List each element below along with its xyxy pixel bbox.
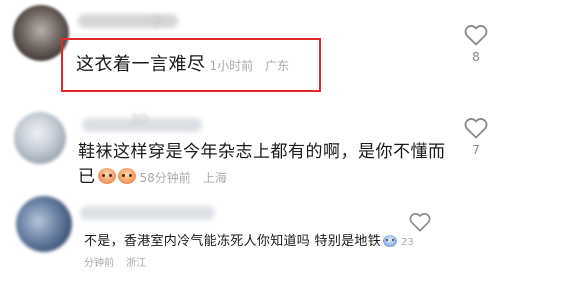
heart-outline-icon[interactable] bbox=[464, 24, 488, 46]
like-button[interactable]: 8 bbox=[456, 24, 496, 64]
cold-face-emoji-icon bbox=[383, 235, 398, 247]
like-button[interactable] bbox=[400, 212, 440, 232]
heart-outline-icon[interactable] bbox=[409, 212, 431, 232]
username-visible-fragment: 3D bbox=[130, 113, 149, 128]
username-visible-fragment: 子 bbox=[150, 16, 164, 31]
comment-text: 不是，香港室内冷气能冻死人你知道吗 特别是地铁 23分钟前 浙江 bbox=[84, 232, 414, 274]
like-button[interactable]: 7 bbox=[456, 117, 496, 157]
comment-location: 浙江 bbox=[126, 258, 146, 269]
like-count: 8 bbox=[472, 50, 480, 64]
highlight-box bbox=[61, 38, 321, 92]
comment-time: 58分钟前 bbox=[139, 171, 191, 185]
blushing-face-emoji-icon bbox=[117, 168, 136, 184]
blushing-face-emoji-icon bbox=[97, 168, 116, 184]
like-count: 7 bbox=[472, 143, 480, 157]
comment-location: 上海 bbox=[202, 171, 227, 185]
username-blurred[interactable] bbox=[80, 206, 215, 220]
comment-text: 鞋袜这样穿是今年杂志上都有的啊，是你不懂而已 58分钟前 上海 bbox=[78, 140, 448, 191]
heart-outline-icon[interactable] bbox=[464, 117, 488, 139]
comment-section: 子 这衣着一言难尽 1小时前 广东 8 3D 鞋袜这样穿是今年杂志上都有的啊，是你不… bbox=[0, 0, 572, 284]
avatar[interactable] bbox=[14, 112, 66, 164]
avatar[interactable] bbox=[16, 196, 72, 252]
comment-content: 不是，香港室内冷气能冻死人你知道吗 特别是地铁 bbox=[84, 234, 382, 249]
